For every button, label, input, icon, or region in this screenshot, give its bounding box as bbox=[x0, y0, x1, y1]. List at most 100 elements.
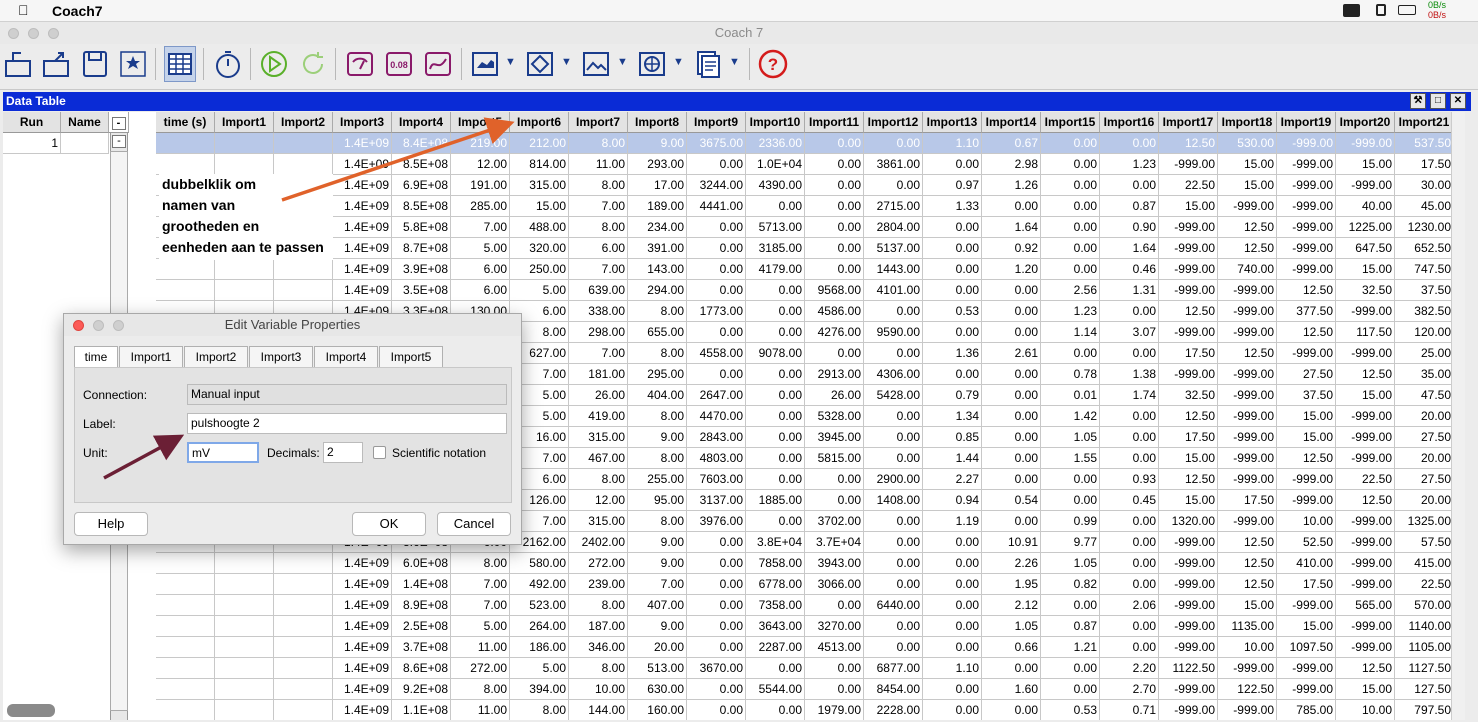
table-cell[interactable] bbox=[215, 700, 274, 720]
table-cell[interactable]: 0.00 bbox=[687, 616, 746, 637]
table-cell[interactable]: 404.00 bbox=[628, 385, 687, 406]
column-header[interactable]: Import13 bbox=[923, 112, 982, 133]
battery-icon[interactable] bbox=[1398, 5, 1416, 15]
apple-icon[interactable]:  bbox=[18, 2, 29, 18]
table-cell[interactable]: 15.00 bbox=[1159, 490, 1218, 511]
table-cell[interactable]: 11.00 bbox=[451, 637, 510, 658]
table-cell[interactable]: 1.95 bbox=[982, 574, 1041, 595]
image-icon[interactable] bbox=[580, 46, 612, 82]
table-cell[interactable]: 27.50 bbox=[1395, 469, 1454, 490]
table-cell[interactable]: 415.00 bbox=[1395, 553, 1454, 574]
table-vertical-scrollbar[interactable] bbox=[1451, 112, 1465, 720]
table-cell[interactable]: 3.8E+04 bbox=[746, 532, 805, 553]
table-cell[interactable]: 0.00 bbox=[805, 175, 864, 196]
table-cell[interactable]: 0.97 bbox=[923, 175, 982, 196]
dialog-close-button[interactable] bbox=[73, 320, 84, 331]
table-cell[interactable]: 8.5E+08 bbox=[392, 196, 451, 217]
table-cell[interactable]: 0.00 bbox=[1041, 343, 1100, 364]
table-cell[interactable]: 6.00 bbox=[569, 238, 628, 259]
table-cell[interactable]: 0.00 bbox=[864, 616, 923, 637]
table-cell[interactable]: -999.00 bbox=[1159, 238, 1218, 259]
table-cell[interactable] bbox=[274, 658, 333, 679]
table-cell[interactable]: 338.00 bbox=[569, 301, 628, 322]
table-cell[interactable]: 3675.00 bbox=[687, 133, 746, 154]
animation-dropdown-icon[interactable]: ▼ bbox=[505, 56, 516, 68]
table-cell[interactable]: 1.36 bbox=[923, 343, 982, 364]
table-cell[interactable]: 4470.00 bbox=[687, 406, 746, 427]
table-cell[interactable]: 523.00 bbox=[510, 595, 569, 616]
table-cell[interactable]: 1.4E+09 bbox=[333, 133, 392, 154]
column-header[interactable]: Import8 bbox=[628, 112, 687, 133]
stopwatch-icon[interactable] bbox=[212, 46, 244, 82]
column-header[interactable]: Import4 bbox=[392, 112, 451, 133]
table-cell[interactable]: -999.00 bbox=[1218, 196, 1277, 217]
table-cell[interactable]: 11.00 bbox=[569, 154, 628, 175]
table-cell[interactable]: 0.00 bbox=[805, 259, 864, 280]
table-cell[interactable]: 6440.00 bbox=[864, 595, 923, 616]
table-cell[interactable]: 488.00 bbox=[510, 217, 569, 238]
table-cell[interactable]: 1.4E+08 bbox=[392, 574, 451, 595]
table-cell[interactable]: -999.00 bbox=[1218, 700, 1277, 720]
decimals-input[interactable]: 2 bbox=[323, 442, 363, 463]
table-cell[interactable]: 0.00 bbox=[982, 301, 1041, 322]
column-header[interactable]: Import21 bbox=[1395, 112, 1454, 133]
start-icon[interactable] bbox=[258, 46, 290, 82]
table-cell[interactable]: 1.05 bbox=[982, 616, 1041, 637]
table-cell[interactable]: 0.00 bbox=[923, 364, 982, 385]
table-cell[interactable]: 6778.00 bbox=[746, 574, 805, 595]
table-cell[interactable]: 22.50 bbox=[1336, 469, 1395, 490]
table-cell[interactable]: 7.00 bbox=[628, 574, 687, 595]
diagram-dropdown-icon[interactable]: ▼ bbox=[561, 56, 572, 68]
table-cell[interactable]: 1.14 bbox=[1041, 322, 1100, 343]
table-cell[interactable] bbox=[156, 679, 215, 700]
column-header[interactable]: Import16 bbox=[1100, 112, 1159, 133]
table-cell[interactable]: 2900.00 bbox=[864, 469, 923, 490]
table-cell[interactable]: 6.00 bbox=[451, 280, 510, 301]
table-cell[interactable]: 4558.00 bbox=[687, 343, 746, 364]
table-cell[interactable]: 0.00 bbox=[687, 595, 746, 616]
column-header[interactable]: Import12 bbox=[864, 112, 923, 133]
table-cell[interactable]: 315.00 bbox=[569, 511, 628, 532]
table-cell[interactable] bbox=[215, 154, 274, 175]
table-cell[interactable]: -999.00 bbox=[1336, 427, 1395, 448]
table-cell[interactable]: 9.00 bbox=[628, 427, 687, 448]
table-cell[interactable]: 0.00 bbox=[687, 700, 746, 720]
table-cell[interactable]: 1.05 bbox=[1041, 427, 1100, 448]
table-cell[interactable]: 410.00 bbox=[1277, 553, 1336, 574]
table-cell[interactable]: 2804.00 bbox=[864, 217, 923, 238]
table-cell[interactable]: 1.4E+09 bbox=[333, 196, 392, 217]
table-cell[interactable] bbox=[274, 574, 333, 595]
table-cell[interactable]: 0.00 bbox=[923, 532, 982, 553]
table-cell[interactable]: 0.00 bbox=[805, 595, 864, 616]
table-cell[interactable]: 0.00 bbox=[746, 385, 805, 406]
table-cell[interactable]: 0.00 bbox=[1041, 238, 1100, 259]
table-cell[interactable]: 1.4E+09 bbox=[333, 637, 392, 658]
table-cell[interactable]: 255.00 bbox=[628, 469, 687, 490]
table-cell[interactable]: 0.00 bbox=[923, 616, 982, 637]
table-cell[interactable]: 15.00 bbox=[1159, 448, 1218, 469]
table-cell[interactable]: 797.50 bbox=[1395, 700, 1454, 720]
table-cell[interactable]: 3702.00 bbox=[805, 511, 864, 532]
new-activity-icon[interactable] bbox=[2, 46, 34, 82]
table-cell[interactable]: 219.00 bbox=[451, 133, 510, 154]
table-cell[interactable]: 513.00 bbox=[628, 658, 687, 679]
table-cell[interactable]: 8.00 bbox=[628, 511, 687, 532]
table-cell[interactable]: 40.00 bbox=[1336, 196, 1395, 217]
table-cell[interactable]: 0.53 bbox=[1041, 700, 1100, 720]
table-cell[interactable]: 9078.00 bbox=[746, 343, 805, 364]
table-cell[interactable]: -999.00 bbox=[1159, 364, 1218, 385]
table-cell[interactable] bbox=[274, 616, 333, 637]
graph-icon[interactable] bbox=[422, 46, 454, 82]
column-header[interactable]: Import7 bbox=[569, 112, 628, 133]
table-cell[interactable]: 0.45 bbox=[1100, 490, 1159, 511]
table-cell[interactable]: 12.50 bbox=[1218, 217, 1277, 238]
table-cell[interactable]: 2.12 bbox=[982, 595, 1041, 616]
table-cell[interactable]: 15.00 bbox=[1336, 154, 1395, 175]
table-cell[interactable]: 17.50 bbox=[1277, 574, 1336, 595]
table-cell[interactable]: 0.00 bbox=[923, 700, 982, 720]
table-cell[interactable]: 785.00 bbox=[1277, 700, 1336, 720]
table-cell[interactable]: 12.50 bbox=[1218, 343, 1277, 364]
table-cell[interactable]: 1.42 bbox=[1041, 406, 1100, 427]
lock-icon[interactable] bbox=[1376, 4, 1386, 16]
table-cell[interactable]: 0.00 bbox=[687, 553, 746, 574]
